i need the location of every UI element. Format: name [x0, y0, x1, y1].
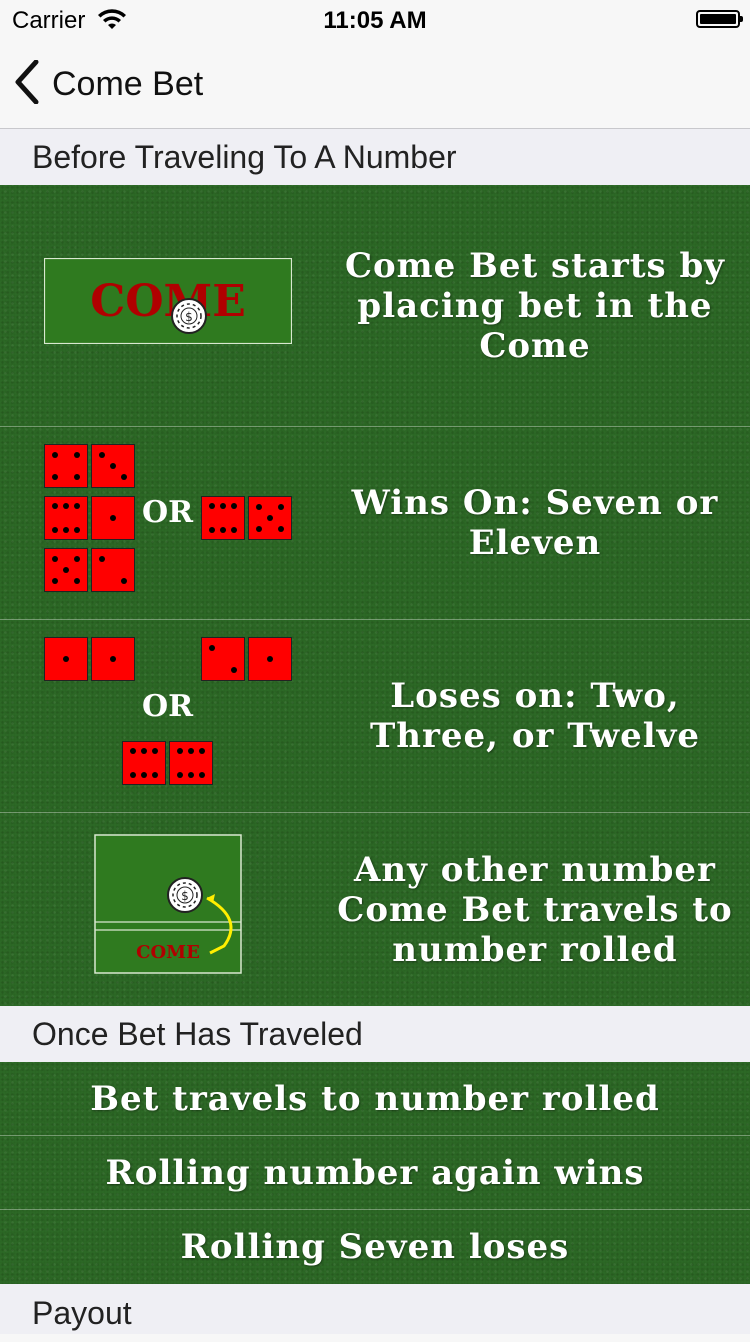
die-six [201, 496, 245, 540]
come-text: COME [136, 942, 200, 963]
come-box-illustration: COME $ [43, 257, 293, 345]
row-text: Rolling number again wins [105, 1152, 645, 1193]
svg-text:$: $ [185, 310, 193, 324]
list-item-travel[interactable]: COME $ Any other number Come Bet travels… [0, 813, 750, 1006]
die-six [169, 741, 213, 785]
row-text: Any other number Come Bet travels to num… [337, 849, 733, 970]
row-text: Rolling Seven loses [180, 1227, 570, 1267]
before-felt-area: COME $ Come Bet starts by placing bet in… [0, 185, 750, 1006]
nav-title: Come Bet [52, 64, 204, 103]
battery-icon [696, 10, 743, 28]
time-label: 11:05 AM [323, 7, 427, 34]
die-five [248, 496, 292, 540]
die-one [44, 637, 88, 681]
list-item-seven-loses[interactable]: Rolling Seven loses [0, 1210, 750, 1284]
section-header-payout: Payout [0, 1284, 750, 1334]
section-header-traveled: Once Bet Has Traveled [0, 1006, 750, 1062]
die-six [44, 496, 88, 540]
row-text: Loses on: Two, Three, or Twelve [369, 676, 701, 756]
die-one [248, 637, 292, 681]
list-item-travels[interactable]: Bet travels to number rolled [0, 1062, 750, 1136]
dice-craps-illustration: OR [0, 620, 330, 813]
chevron-left-icon [14, 59, 40, 109]
list-item-wins[interactable]: OR Wins On: Seven or Eleven [0, 427, 750, 620]
die-two [201, 637, 245, 681]
die-six [122, 741, 166, 785]
status-bar: Carrier 11:05 AM [0, 0, 750, 40]
die-one [91, 637, 135, 681]
come-text: COME [90, 276, 246, 327]
die-one [91, 496, 135, 540]
traveled-felt-area: Bet travels to number rolled Rolling num… [0, 1062, 750, 1284]
chip-icon: $ [171, 298, 207, 334]
list-item-loses[interactable]: OR Loses on: Two, Three, or Twelve [0, 620, 750, 813]
dice-seven-eleven-illustration: OR [0, 427, 330, 620]
row-text: Bet travels to number rolled [90, 1078, 660, 1119]
back-button[interactable]: Come Bet [14, 59, 204, 109]
list-item-again-wins[interactable]: Rolling number again wins [0, 1136, 750, 1210]
row-text: Come Bet starts by placing bet in the Co… [344, 245, 726, 366]
chip-icon: $ [167, 877, 203, 913]
list-item-come-start[interactable]: COME $ Come Bet starts by placing bet in… [0, 185, 750, 427]
die-three [91, 444, 135, 488]
die-four [44, 444, 88, 488]
or-label: OR [142, 689, 194, 724]
die-two [91, 548, 135, 592]
svg-text:$: $ [181, 889, 189, 903]
come-travel-illustration: COME $ [94, 834, 242, 974]
section-header-before: Before Traveling To A Number [0, 129, 750, 185]
row-text: Wins On: Seven or Eleven [351, 483, 719, 563]
navigation-bar: Come Bet [0, 40, 750, 129]
die-five [44, 548, 88, 592]
or-label: OR [142, 495, 194, 530]
